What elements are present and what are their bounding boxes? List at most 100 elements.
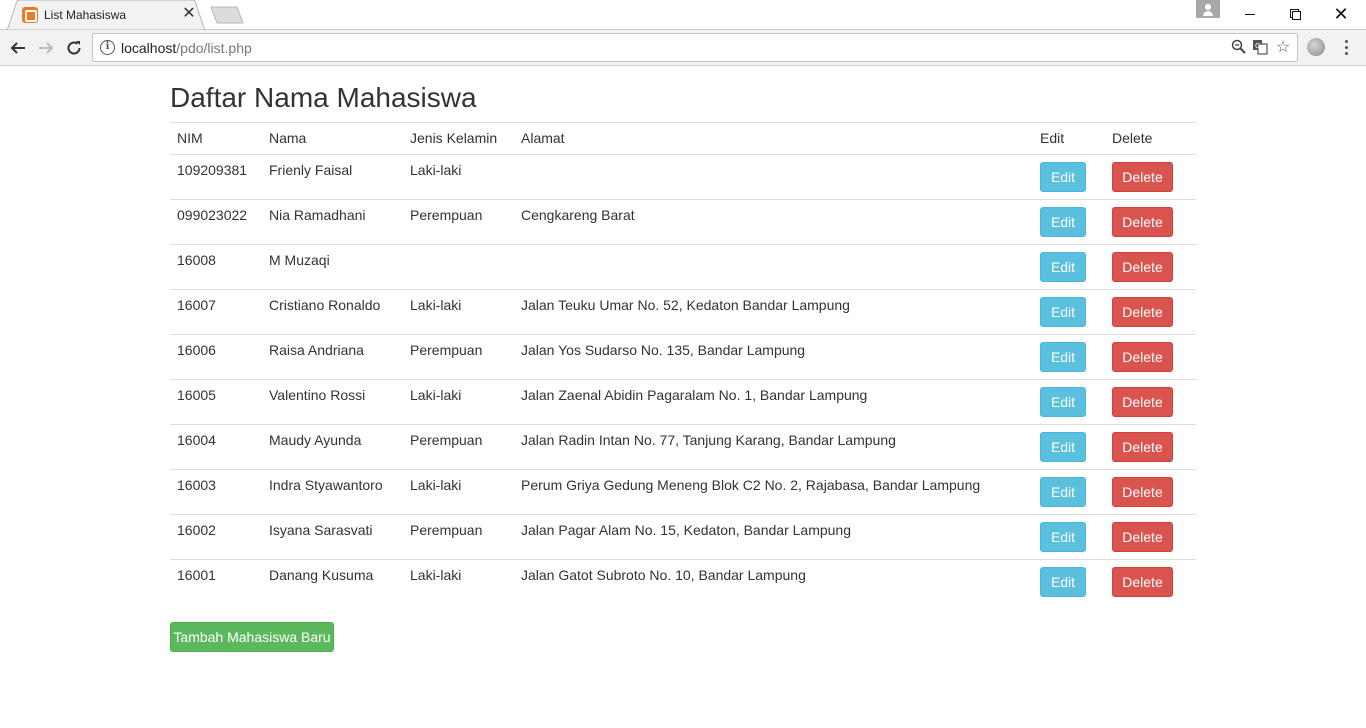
cell-jenis-kelamin: Laki-laki (403, 289, 514, 335)
cell-alamat: Jalan Radin Intan No. 77, Tanjung Karang… (514, 424, 1033, 470)
edit-button[interactable]: Edit (1040, 387, 1086, 417)
avatar-icon[interactable] (1196, 0, 1220, 18)
header-alamat: Alamat (514, 122, 1033, 155)
minimize-icon (1245, 13, 1255, 15)
cell-alamat (514, 244, 1033, 290)
header-nama: Nama (262, 122, 403, 155)
cell-nama: Danang Kusuma (262, 559, 403, 605)
cell-delete: Delete (1105, 559, 1196, 605)
table-row: 16007 Cristiano Ronaldo Laki-laki Jalan Teu… (170, 289, 1196, 335)
cell-nama: Valentino Rossi (262, 379, 403, 425)
cell-nama: Frienly Faisal (262, 154, 403, 200)
cell-nama: Isyana Sarasvati (262, 514, 403, 560)
add-student-button[interactable]: Tambah Mahasiswa Baru (170, 622, 334, 652)
cell-delete: Delete (1105, 334, 1196, 380)
edit-button[interactable]: Edit (1040, 477, 1086, 507)
table-row: 16001 Danang Kusuma Laki-laki Jalan Gatot S… (170, 559, 1196, 605)
delete-button[interactable]: Delete (1112, 522, 1173, 552)
cell-jenis-kelamin: Perempuan (403, 424, 514, 470)
cell-jenis-kelamin: Perempuan (403, 334, 514, 380)
cell-jenis-kelamin: Perempuan (403, 199, 514, 245)
info-icon[interactable]: i (100, 40, 115, 55)
url-path: /pdo/list.php (176, 40, 252, 56)
delete-button[interactable]: Delete (1112, 297, 1173, 327)
new-tab-button[interactable] (210, 6, 244, 24)
cell-nama: Maudy Ayunda (262, 424, 403, 470)
tab-title: List Mahasiswa (44, 8, 127, 22)
reload-icon[interactable] (62, 36, 86, 60)
restore-button[interactable] (1272, 0, 1318, 28)
minimize-button[interactable] (1227, 0, 1273, 28)
table-row: 099023022 Nia Ramadhani Perempuan Cengkaren… (170, 199, 1196, 245)
cell-delete: Delete (1105, 199, 1196, 245)
cell-alamat: Cengkareng Barat (514, 199, 1033, 245)
table-row: 16004 Maudy Ayunda Perempuan Jalan Radin In… (170, 424, 1196, 470)
table-row: 16006 Raisa Andriana Perempuan Jalan Yos Su… (170, 334, 1196, 380)
cell-nama: Nia Ramadhani (262, 199, 403, 245)
cell-jenis-kelamin: Laki-laki (403, 154, 514, 200)
cell-delete: Delete (1105, 424, 1196, 470)
table-row: 16003 Indra Styawantoro Laki-laki Perum Gri… (170, 469, 1196, 515)
cell-edit: Edit (1033, 514, 1105, 560)
cell-alamat: Jalan Yos Sudarso No. 135, Bandar Lampun… (514, 334, 1033, 380)
delete-button[interactable]: Delete (1112, 387, 1173, 417)
edit-button[interactable]: Edit (1040, 162, 1086, 192)
cell-nim: 16003 (170, 469, 262, 515)
svg-text:G: G (1255, 42, 1260, 50)
zoom-icon[interactable] (1229, 39, 1247, 57)
header-edit: Edit (1033, 122, 1105, 155)
delete-button[interactable]: Delete (1112, 342, 1173, 372)
cell-nim: 16008 (170, 244, 262, 290)
cell-nim: 16007 (170, 289, 262, 335)
cell-edit: Edit (1033, 199, 1105, 245)
cell-jenis-kelamin: Laki-laki (403, 379, 514, 425)
cell-delete: Delete (1105, 289, 1196, 335)
browser-toolbar: i localhost/pdo/list.php G ☆ (0, 30, 1366, 66)
cell-jenis-kelamin: Laki-laki (403, 469, 514, 515)
cell-nim: 16005 (170, 379, 262, 425)
kebab-menu-icon[interactable] (1338, 38, 1356, 58)
url-text[interactable]: localhost/pdo/list.php (121, 40, 252, 56)
edit-button[interactable]: Edit (1040, 432, 1086, 462)
xampp-favicon-icon (22, 7, 38, 23)
address-bar[interactable]: i localhost/pdo/list.php G ☆ (92, 33, 1298, 62)
delete-button[interactable]: Delete (1112, 207, 1173, 237)
close-icon[interactable]: ✕ (181, 5, 197, 23)
cell-edit: Edit (1033, 469, 1105, 515)
cell-jenis-kelamin: Laki-laki (403, 559, 514, 605)
edit-button[interactable]: Edit (1040, 522, 1086, 552)
cell-nama: Indra Styawantoro (262, 469, 403, 515)
edit-button[interactable]: Edit (1040, 297, 1086, 327)
arrow-right-icon[interactable] (34, 36, 58, 60)
delete-button[interactable]: Delete (1112, 252, 1173, 282)
cell-delete: Delete (1105, 379, 1196, 425)
cell-edit: Edit (1033, 334, 1105, 380)
cell-alamat: Jalan Teuku Umar No. 52, Kedaton Bandar … (514, 289, 1033, 335)
header-jenis-kelamin: Jenis Kelamin (403, 122, 514, 155)
delete-button[interactable]: Delete (1112, 162, 1173, 192)
table-row: 109209381 Frienly Faisal Laki-laki Edit Dele… (170, 154, 1196, 200)
delete-button[interactable]: Delete (1112, 432, 1173, 462)
cell-delete: Delete (1105, 469, 1196, 515)
cell-nim: 16006 (170, 334, 262, 380)
cell-edit: Edit (1033, 289, 1105, 335)
table-header-row: NIM Nama Jenis Kelamin Alamat Edit Delet… (170, 122, 1196, 155)
window-close-button[interactable]: ✕ (1318, 0, 1364, 28)
cell-nim: 16004 (170, 424, 262, 470)
cell-delete: Delete (1105, 154, 1196, 200)
cell-alamat: Jalan Zaenal Abidin Pagaralam No. 1, Ban… (514, 379, 1033, 425)
translate-icon[interactable]: G (1251, 39, 1269, 57)
edit-button[interactable]: Edit (1040, 207, 1086, 237)
table-row: 16005 Valentino Rossi Laki-laki Jalan Zaena… (170, 379, 1196, 425)
edit-button[interactable]: Edit (1040, 342, 1086, 372)
tab-strip: List Mahasiswa ✕ ✕ (0, 0, 1366, 30)
edit-button[interactable]: Edit (1040, 252, 1086, 282)
cell-nama: Raisa Andriana (262, 334, 403, 380)
extension-icon[interactable] (1307, 38, 1325, 56)
delete-button[interactable]: Delete (1112, 567, 1173, 597)
cell-edit: Edit (1033, 424, 1105, 470)
star-icon[interactable]: ☆ (1274, 39, 1292, 57)
delete-button[interactable]: Delete (1112, 477, 1173, 507)
arrow-left-icon[interactable] (6, 36, 30, 60)
edit-button[interactable]: Edit (1040, 567, 1086, 597)
